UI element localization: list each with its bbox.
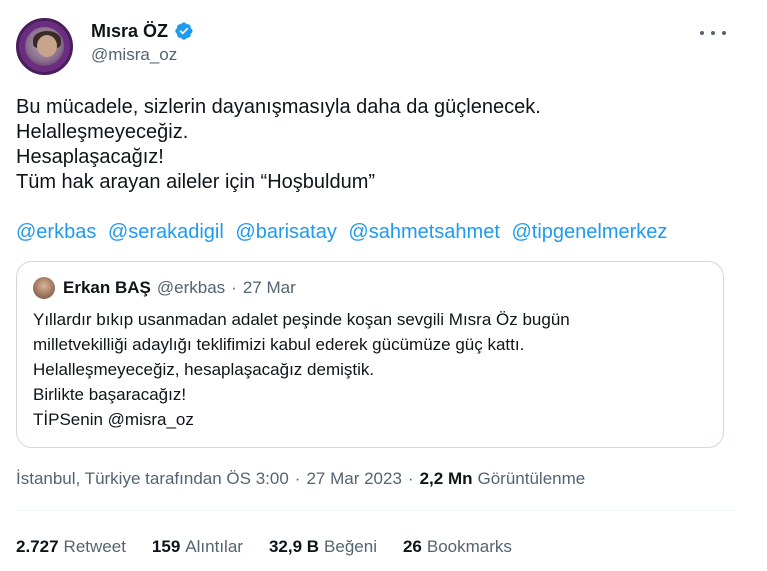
bookmark-label: Bookmarks [426, 537, 512, 556]
author-avatar[interactable] [16, 18, 73, 75]
quoted-line: Yıllardır bıkıp usanmadan adalet peşinde… [33, 310, 570, 329]
bookmark-stat[interactable]: 26 Bookmarks [403, 536, 512, 558]
separator: · [231, 278, 237, 297]
quoted-author-avatar [33, 277, 55, 299]
bookmark-count: 26 [402, 537, 422, 556]
retweet-stat[interactable]: 2.727 Retweet [16, 536, 126, 558]
dot [711, 31, 715, 35]
mention-link[interactable]: @tipgenelmerkez [511, 221, 667, 243]
author-handle[interactable]: @misra_oz [91, 45, 177, 65]
quoted-line: Birlikte başaracağız! [33, 385, 187, 404]
mention-link[interactable]: @erkbas [16, 221, 96, 243]
like-stat[interactable]: 32,9 B Beğeni [269, 536, 377, 558]
tweet-line: Hesaplaşacağız! [16, 146, 164, 168]
retweet-label: Retweet [63, 537, 126, 556]
tweet-text: Bu mücadele, sizlerin dayanışmasıyla dah… [16, 95, 736, 195]
quoted-tweet-date: 27 Mar [242, 278, 296, 297]
tweet-mentions: @erkbas @serakadigil @barisatay @sahmets… [16, 220, 673, 245]
mention-link[interactable]: @serakadigil [108, 221, 224, 243]
verified-badge-icon [175, 22, 193, 40]
quoted-line: TİPSenin @misra_oz [33, 410, 194, 429]
mention-link[interactable]: @barisatay [235, 221, 336, 243]
quoted-line: milletvekilliği adaylığı teklifimizi kab… [33, 335, 525, 354]
separator: · [407, 469, 414, 488]
like-count: 32,9 B [268, 537, 320, 556]
dot [722, 31, 726, 35]
more-options-icon[interactable] [700, 23, 726, 43]
divider [16, 510, 736, 511]
tweet-line: Helalleşmeyeceğiz. [16, 121, 189, 143]
author-display-name[interactable]: Mısra ÖZ [91, 19, 168, 43]
like-label: Beğeni [324, 537, 377, 556]
tweet-meta: İstanbul, Türkiye tarafından ÖS 3:00 · 2… [16, 468, 585, 490]
mention-link[interactable]: @sahmetsahmet [348, 221, 499, 243]
quoted-author-handle: @erkbas [156, 278, 226, 297]
quote-count: 159 [151, 537, 181, 556]
tweet-location-time[interactable]: İstanbul, Türkiye tarafından ÖS 3:00 [16, 468, 289, 490]
quoted-author-name: Erkan BAŞ [63, 278, 151, 297]
quote-label: Alıntılar [185, 537, 243, 556]
separator: · [294, 469, 301, 488]
avatar-face [37, 35, 57, 57]
quoted-line: Helalleşmeyeceğiz, hesaplaşacağız demişt… [33, 360, 375, 379]
engagement-stats: 2.727 Retweet 159 Alıntılar 32,9 B Beğeni 2… [16, 536, 538, 558]
tweet: Mısra ÖZ @misra_oz Bu mücadele, sizlerin… [0, 0, 767, 571]
tweet-line: Tüm hak arayan aileler için “Hoşbuldum” [16, 171, 376, 193]
views-count: 2,2 Mn [419, 469, 473, 488]
retweet-count: 2.727 [16, 537, 59, 556]
author-name-row: Mısra ÖZ [91, 19, 194, 43]
quote-stat[interactable]: 159 Alıntılar [152, 536, 243, 558]
quoted-tweet-header: Erkan BAŞ @erkbas · 27 Mar [63, 277, 296, 299]
quoted-tweet[interactable]: Erkan BAŞ @erkbas · 27 Mar Yıllardır bık… [16, 261, 724, 448]
tweet-line: Bu mücadele, sizlerin dayanışmasıyla dah… [16, 96, 541, 118]
quoted-tweet-text: Yıllardır bıkıp usanmadan adalet peşinde… [33, 307, 709, 432]
views-label: Görüntülenme [477, 469, 586, 488]
dot [700, 31, 704, 35]
tweet-date[interactable]: 27 Mar 2023 [306, 468, 401, 490]
